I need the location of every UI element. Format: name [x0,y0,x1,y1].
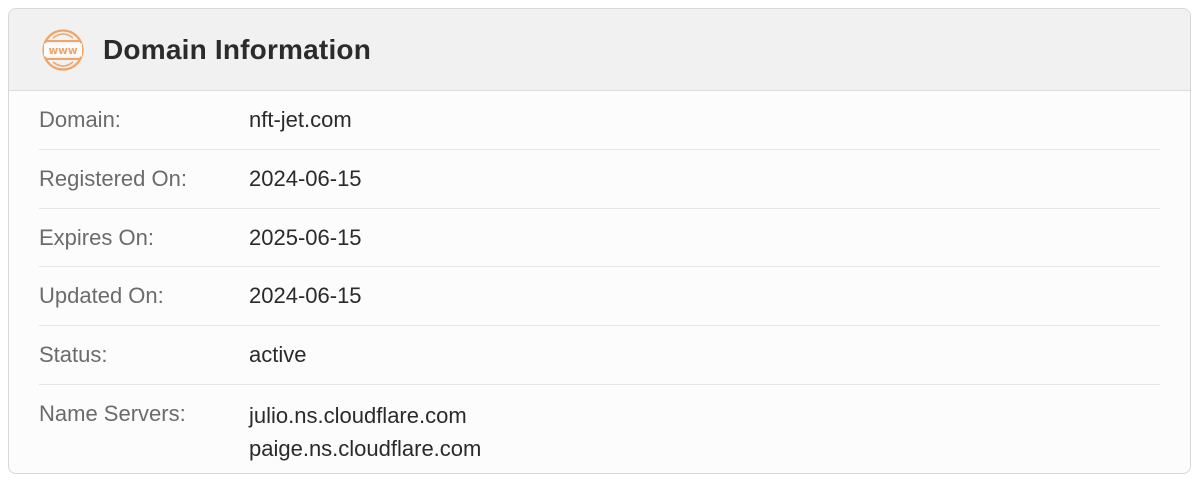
domain-information-card: www Domain Information Domain: nft-jet.c… [8,8,1191,474]
name-server-2: paige.ns.cloudflare.com [249,435,482,461]
expires-on-value: 2025-06-15 [249,224,362,250]
info-row-registered: Registered On: 2024-06-15 [39,150,1160,209]
updated-on-label: Updated On: [39,283,164,309]
info-row-updated: Updated On: 2024-06-15 [39,267,1160,327]
card-header: www Domain Information [9,9,1190,91]
expires-on-label: Expires On: [39,224,154,250]
name-servers-label: Name Servers: [39,400,186,426]
registered-on-value: 2024-06-15 [249,165,362,191]
domain-info-list: Domain: nft-jet.com Registered On: 2024-… [9,91,1190,465]
registered-on-label: Registered On: [39,165,187,191]
svg-text:www: www [48,45,77,57]
www-globe-icon: www [41,28,85,72]
info-row-expires: Expires On: 2025-06-15 [39,209,1160,268]
status-value: active [249,342,307,368]
domain-value: nft-jet.com [249,107,352,132]
card-title: Domain Information [103,33,372,65]
domain-label: Domain: [39,107,121,132]
info-row-status: Status: active [39,326,1160,385]
info-row-domain: Domain: nft-jet.com [39,91,1160,150]
status-label: Status: [39,342,108,368]
updated-on-value: 2024-06-15 [249,283,362,309]
info-row-name-servers: Name Servers: julio.ns.cloudflare.com pa… [39,385,1160,465]
name-server-1: julio.ns.cloudflare.com [249,402,467,428]
name-servers-value: julio.ns.cloudflare.com paige.ns.cloudfl… [249,399,481,465]
